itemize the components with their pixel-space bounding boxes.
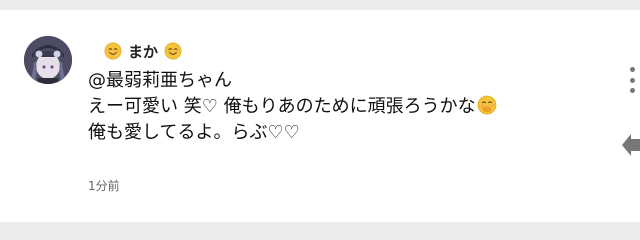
comment-text: えー可愛い 笑♡ 俺もりあのために頑張ろうかな xyxy=(88,96,476,117)
comment-timestamp: 1分前 xyxy=(88,179,120,193)
comment-line: 俺も愛してるよ。らぶ♡♡ xyxy=(88,122,300,143)
author-name: まか xyxy=(128,42,159,61)
reply-arrow-icon[interactable] xyxy=(622,134,640,156)
comment-card: まか @最弱莉亜ちゃん えー可愛い 笑♡ 俺もりあのために頑張ろうかな 俺も愛し… xyxy=(0,10,640,222)
comment-body: @最弱莉亜ちゃん えー可愛い 笑♡ 俺もりあのために頑張ろうかな 俺も愛してるよ… xyxy=(88,68,608,146)
reply-mention[interactable]: @最弱莉亜ちゃん xyxy=(88,68,608,94)
avatar[interactable] xyxy=(24,36,72,84)
smiling-face-icon xyxy=(104,42,122,60)
hand-over-mouth-face-icon xyxy=(477,95,497,115)
dot xyxy=(629,67,635,72)
dot xyxy=(629,88,635,93)
dot xyxy=(629,77,635,83)
comment-author[interactable]: まか xyxy=(104,40,182,62)
avatar-image xyxy=(24,36,72,84)
vertical-ellipsis-icon[interactable] xyxy=(627,67,637,93)
smiling-face-icon xyxy=(164,42,182,60)
comment-line: えー可愛い 笑♡ 俺もりあのために頑張ろうかな xyxy=(88,94,608,120)
